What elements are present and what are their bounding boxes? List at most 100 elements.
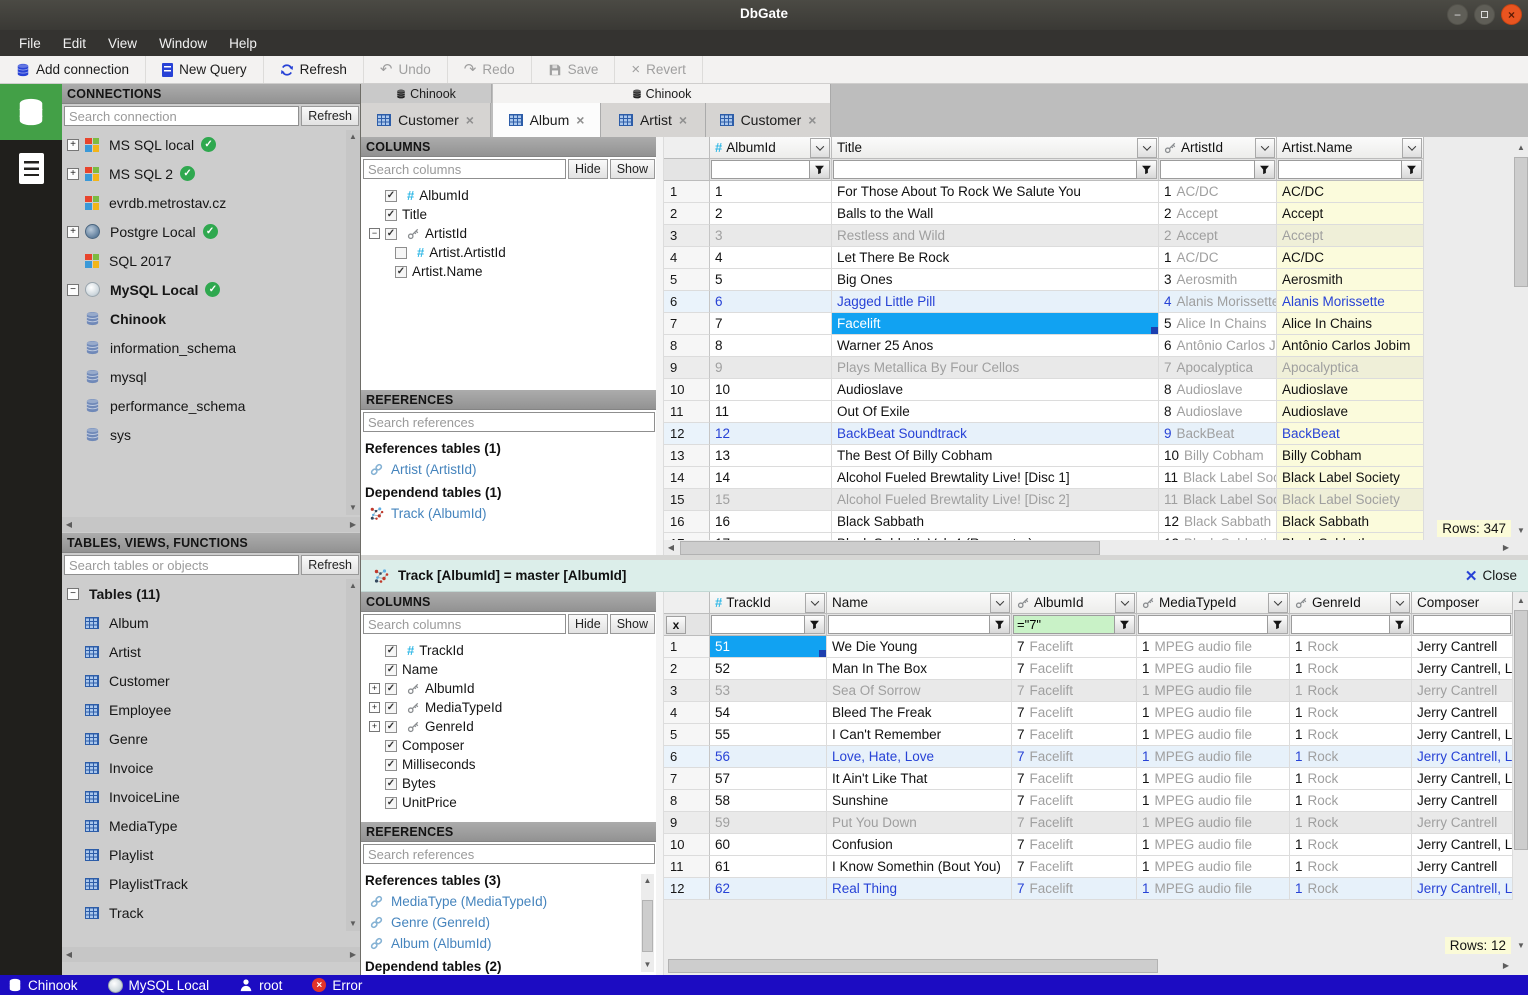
connection-item-ms-sql-2[interactable]: + MS SQL 2 ✓ <box>62 159 346 188</box>
column-header-mediatypeid[interactable]: MediaTypeId <box>1137 592 1290 614</box>
cell-albumid[interactable]: 7 <box>710 313 832 335</box>
cell-genreid[interactable]: 1 Rock <box>1290 702 1412 724</box>
track-grid-hscrollbar[interactable]: ▶ <box>664 958 1513 974</box>
table-item-playlisttrack[interactable]: PlaylistTrack <box>62 869 346 898</box>
cell-albumid[interactable]: 8 <box>710 335 832 357</box>
cell-composer[interactable]: Jerry Cantrell, Layne Staley <box>1412 834 1513 856</box>
cell-title[interactable]: Black Sabbath <box>832 511 1159 533</box>
column-menu-mediatypeid[interactable] <box>1268 592 1288 613</box>
expand-toggle[interactable]: + <box>369 721 380 732</box>
connections-hscrollbar[interactable]: ◀ ▶ <box>62 517 360 532</box>
cell-trackid[interactable]: 54 <box>710 702 827 724</box>
column-item-albumid[interactable]: ✓ # AlbumId <box>361 186 656 205</box>
cell-albumid[interactable]: 16 <box>710 511 832 533</box>
tab-artist-2[interactable]: Artist × <box>601 103 706 137</box>
table-item-employee[interactable]: Employee <box>62 695 346 724</box>
cell-albumid[interactable]: 6 <box>710 291 832 313</box>
table-item-playlist[interactable]: Playlist <box>62 840 346 869</box>
cell-mediatypeid[interactable]: 1 MPEG audio file <box>1137 790 1290 812</box>
column-checkbox[interactable]: ✓ <box>385 663 397 676</box>
status-mysql-local[interactable]: MySQL Local <box>107 977 209 993</box>
connection-item-sys[interactable]: sys <box>62 420 346 449</box>
cell-artistid[interactable]: 11Black Label Society <box>1159 467 1277 489</box>
connection-item-ms-sql-local[interactable]: + MS SQL local ✓ <box>62 130 346 159</box>
connection-item-performance-schema[interactable]: performance_schema <box>62 391 346 420</box>
row-number[interactable]: 1 <box>664 636 710 658</box>
connection-item-evrdb-metrostav-cz[interactable]: evrdb.metrostav.cz <box>62 188 346 217</box>
toolbar-save-button[interactable]: Save <box>532 56 616 83</box>
cell-artistid[interactable]: 1 AC/DC <box>1159 247 1277 269</box>
connection-item-chinook[interactable]: Chinook <box>62 304 346 333</box>
row-number[interactable]: 14 <box>664 467 710 489</box>
connection-item-sql-2017[interactable]: SQL 2017 <box>62 246 346 275</box>
row-number[interactable]: 10 <box>664 379 710 401</box>
column-checkbox[interactable]: ✓ <box>385 758 397 771</box>
tables-search-input[interactable] <box>64 555 300 575</box>
cell-artist-name[interactable]: Apocalyptica <box>1277 357 1424 379</box>
cell-artist-name[interactable]: Black Label Society <box>1277 467 1424 489</box>
cell-artist-name[interactable]: AC/DC <box>1277 247 1424 269</box>
cell-albumid[interactable]: 3 <box>710 225 832 247</box>
tab-album-1[interactable]: Album × <box>493 103 601 137</box>
column-header-albumid[interactable]: AlbumId <box>1012 592 1137 614</box>
filter-menu-genreid[interactable] <box>1390 615 1410 634</box>
reference-link-mediatype-mediatypeid[interactable]: MediaType (MediaTypeId) <box>365 891 656 912</box>
column-header-composer[interactable]: Composer <box>1412 592 1513 614</box>
toolbar-undo-button[interactable]: ↶ Undo <box>364 56 448 83</box>
cell-title[interactable]: Alcohol Fueled Brewtality Live! [Disc 1] <box>832 467 1159 489</box>
cell-artist-name[interactable]: Accept <box>1277 225 1424 247</box>
connection-item-postgre-local[interactable]: + Postgre Local ✓ <box>62 217 346 246</box>
row-number[interactable]: 12 <box>664 878 710 900</box>
column-checkbox[interactable]: ✓ <box>385 796 397 809</box>
row-number[interactable]: 7 <box>664 768 710 790</box>
connections-refresh-button[interactable]: Refresh <box>301 106 359 126</box>
cell-title[interactable]: Alcohol Fueled Brewtality Live! [Disc 2] <box>832 489 1159 511</box>
cell-mediatypeid[interactable]: 1 MPEG audio file <box>1137 834 1290 856</box>
cell-artist-name[interactable]: Black Sabbath <box>1277 533 1424 540</box>
row-number[interactable]: 5 <box>664 269 710 291</box>
columns-show-button[interactable]: Show <box>609 159 655 179</box>
column-checkbox[interactable]: ✓ <box>385 208 397 221</box>
tab-close-icon[interactable]: × <box>808 112 816 128</box>
cell-title[interactable]: Balls to the Wall <box>832 203 1159 225</box>
columns-search-input[interactable] <box>363 159 566 179</box>
filter-menu-mediatypeid[interactable] <box>1268 615 1288 634</box>
columns-hide-button[interactable]: Hide <box>568 159 608 179</box>
tables-group[interactable]: − Tables (11) <box>62 579 346 608</box>
tab-close-icon[interactable]: × <box>679 112 687 128</box>
cell-artistid[interactable]: 5 Alice In Chains <box>1159 313 1277 335</box>
column-header-artist-name[interactable]: Artist.Name <box>1277 137 1424 159</box>
cell-name[interactable]: We Die Young <box>827 636 1012 658</box>
row-number[interactable]: 3 <box>664 225 710 247</box>
track-columns-hide-button[interactable]: Hide <box>568 614 608 634</box>
cell-albumid[interactable]: 12 <box>710 423 832 445</box>
toolbar-refresh-button[interactable]: Refresh <box>264 56 364 83</box>
cell-composer[interactable]: Jerry Cantrell, Layne Staley <box>1412 878 1513 900</box>
cell-albumid[interactable]: 7 Facelift <box>1012 702 1137 724</box>
minimize-button[interactable]: − <box>1447 4 1468 25</box>
cell-name[interactable]: Confusion <box>827 834 1012 856</box>
filter-input-name[interactable] <box>828 615 990 634</box>
column-checkbox[interactable]: ✓ <box>385 720 397 733</box>
cell-composer[interactable]: Jerry Cantrell <box>1412 790 1513 812</box>
column-menu-name[interactable] <box>990 592 1010 613</box>
cell-trackid[interactable]: 51 <box>710 636 827 658</box>
column-header-title[interactable]: Title <box>832 137 1159 159</box>
filter-input-albumid[interactable] <box>1013 615 1115 634</box>
column-menu-genreid[interactable] <box>1390 592 1410 613</box>
cell-title[interactable]: Warner 25 Anos <box>832 335 1159 357</box>
cell-trackid[interactable]: 61 <box>710 856 827 878</box>
filter-menu-albumid[interactable] <box>1115 615 1135 634</box>
reference-link-album-albumid[interactable]: Album (AlbumId) <box>365 933 656 954</box>
cell-title[interactable]: Big Ones <box>832 269 1159 291</box>
cell-artistid[interactable]: 9 BackBeat <box>1159 423 1277 445</box>
reference-link-artist-artistid[interactable]: Artist (ArtistId) <box>365 459 656 480</box>
cell-title[interactable]: The Best Of Billy Cobham <box>832 445 1159 467</box>
cell-albumid[interactable]: 7 Facelift <box>1012 856 1137 878</box>
row-number[interactable]: 10 <box>664 834 710 856</box>
cell-artist-name[interactable]: Black Label Society <box>1277 489 1424 511</box>
cell-artist-name[interactable]: Billy Cobham <box>1277 445 1424 467</box>
cell-artistid[interactable]: 1 AC/DC <box>1159 181 1277 203</box>
cell-trackid[interactable]: 58 <box>710 790 827 812</box>
row-number[interactable]: 8 <box>664 790 710 812</box>
